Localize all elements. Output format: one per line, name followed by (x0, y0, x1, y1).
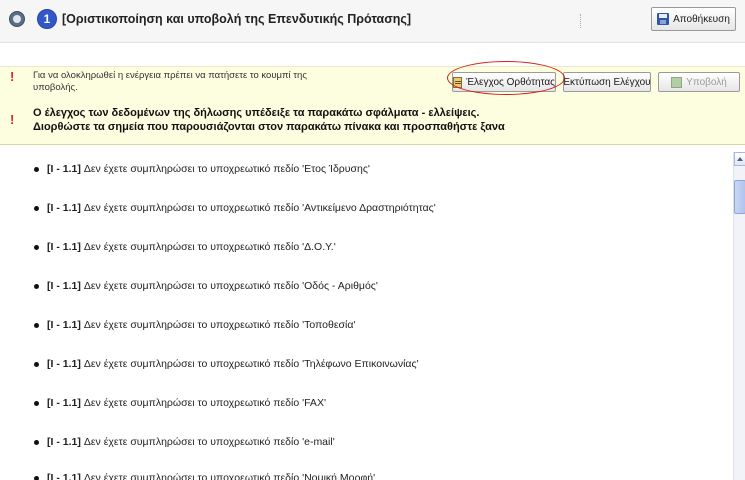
list-item: [Ι - 1.1] Δεν έχετε συμπληρώσει το υποχρ… (34, 319, 355, 331)
info-bar: ! Για να ολοκληρωθεί η ενέργεια πρέπει ν… (0, 66, 745, 97)
exclamation-icon: ! (10, 112, 15, 127)
bullet (34, 439, 39, 445)
step-number-badge: 1 (37, 9, 57, 29)
item-code: [Ι - 1.1] (47, 202, 81, 214)
list-item: [Ι - 1.1] Δεν έχετε συμπληρώσει το υποχρ… (34, 472, 375, 480)
item-text: Δεν έχετε συμπληρώσει το υποχρεωτικό πεδ… (83, 280, 378, 292)
list-item: [Ι - 1.1] Δεν έχετε συμπληρώσει το υποχρ… (34, 397, 326, 409)
bullet (34, 322, 39, 328)
error-message-line-2: Διορθώστε τα σημεία που παρουσιάζονται σ… (33, 121, 505, 133)
print-check-button[interactable]: Εκτύπωση Ελέγχου (563, 72, 651, 92)
item-text: Δεν έχετε συμπληρώσει το υποχρεωτικό πεδ… (83, 397, 326, 409)
bullet (34, 400, 39, 406)
bullet (34, 205, 39, 211)
save-button-label: Αποθήκευση (673, 13, 730, 25)
info-text: Για να ολοκληρωθεί η ενέργεια πρέπει να … (33, 70, 307, 93)
list-item: [Ι - 1.1] Δεν έχετε συμπληρώσει το υποχρ… (34, 280, 378, 292)
check-validity-button[interactable]: Έλεγχος Ορθότητας (452, 72, 556, 92)
vertical-scrollbar[interactable] (733, 152, 745, 480)
bullet (34, 475, 39, 480)
item-code: [Ι - 1.1] (47, 319, 81, 331)
item-code: [Ι - 1.1] (47, 241, 81, 253)
error-message-line-1: Ο έλεγχος των δεδομένων της δήλωσης υπέδ… (33, 107, 480, 119)
exclamation-icon: ! (10, 69, 15, 84)
item-text: Δεν έχετε συμπληρώσει το υποχρεωτικό πεδ… (83, 202, 436, 214)
item-code: [Ι - 1.1] (47, 472, 81, 480)
list-item: [Ι - 1.1] Δεν έχετε συμπληρώσει το υποχρ… (34, 358, 419, 370)
item-text: Δεν έχετε συμπληρώσει το υποχρεωτικό πεδ… (83, 319, 356, 331)
bullet (34, 244, 39, 250)
item-code: [Ι - 1.1] (47, 397, 81, 409)
check-validity-label: Έλεγχος Ορθότητας (466, 76, 555, 88)
bullet (34, 283, 39, 289)
list-item: [Ι - 1.1] Δεν έχετε συμπληρώσει το υποχρ… (34, 163, 370, 175)
bullet (34, 166, 39, 172)
save-button[interactable]: Αποθήκευση (651, 7, 736, 31)
item-text: Δεν έχετε συμπληρώσει το υποχρεωτικό πεδ… (83, 163, 370, 175)
floppy-disk-icon (657, 13, 670, 25)
submit-button[interactable]: Υποβολή (658, 72, 740, 92)
item-text: Δεν έχετε συμπληρώσει το υποχρεωτικό πεδ… (83, 358, 419, 370)
error-list: [Ι - 1.1] Δεν έχετε συμπληρώσει το υποχρ… (0, 145, 733, 480)
item-code: [Ι - 1.1] (47, 436, 81, 448)
scrollbar-thumb[interactable] (734, 180, 745, 214)
item-text: Δεν έχετε συμπληρώσει το υποχρεωτικό πεδ… (83, 241, 336, 253)
print-check-label: Εκτύπωση Ελέγχου (563, 76, 651, 88)
item-code: [Ι - 1.1] (47, 163, 81, 175)
error-message: Ο έλεγχος των δεδομένων της δήλωσης υπέδ… (33, 106, 505, 134)
page-title: [Οριστικοποίηση και υποβολή της Επενδυτι… (62, 12, 412, 26)
list-item: [Ι - 1.1] Δεν έχετε συμπληρώσει το υποχρ… (34, 202, 436, 214)
error-banner: ! Ο έλεγχος των δεδομένων της δήλωσης υπ… (0, 96, 745, 145)
circle-icon (9, 11, 25, 27)
toolbar-separator (580, 14, 583, 28)
scroll-up-arrow-icon[interactable] (734, 152, 745, 166)
submit-icon (671, 76, 683, 88)
item-code: [Ι - 1.1] (47, 280, 81, 292)
bullet (34, 361, 39, 367)
item-text: Δεν έχετε συμπληρώσει το υποχρεωτικό πεδ… (83, 472, 376, 480)
list-item: [Ι - 1.1] Δεν έχετε συμπληρώσει το υποχρ… (34, 436, 335, 448)
list-item: [Ι - 1.1] Δεν έχετε συμπληρώσει το υποχρ… (34, 241, 336, 253)
page-header: 1 [Οριστικοποίηση και υποβολή της Επενδυ… (0, 0, 745, 43)
item-code: [Ι - 1.1] (47, 358, 81, 370)
item-text: Δεν έχετε συμπληρώσει το υποχρεωτικό πεδ… (83, 436, 335, 448)
submit-button-label: Υποβολή (686, 76, 727, 88)
document-check-icon (453, 76, 463, 88)
